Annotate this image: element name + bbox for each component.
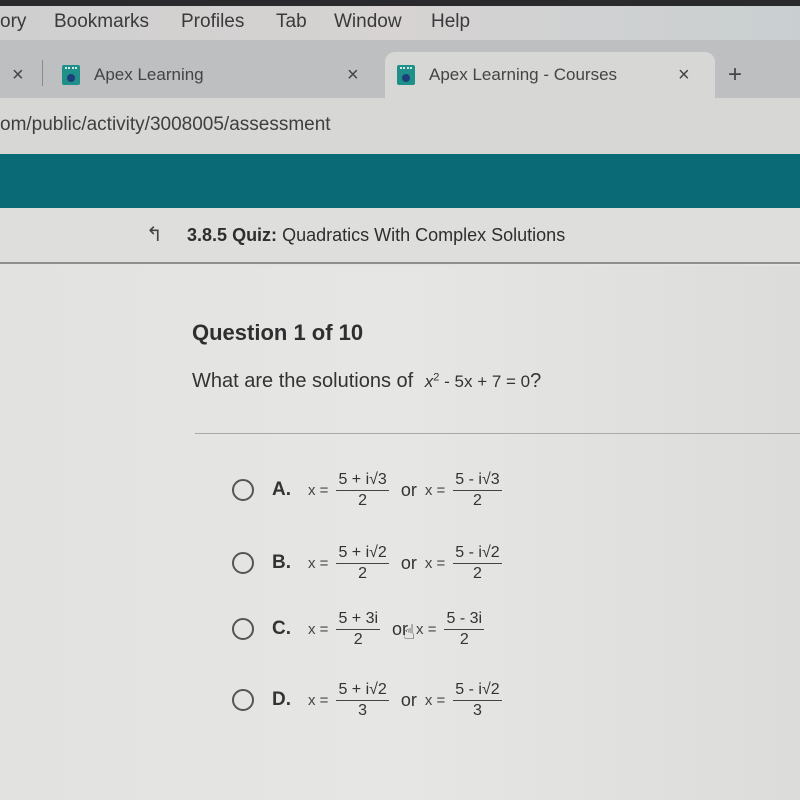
radio-button[interactable]: [232, 552, 254, 574]
apex-favicon-icon: [62, 65, 80, 85]
fraction: 5 - i√2 2: [453, 544, 502, 583]
radio-button[interactable]: [232, 479, 254, 501]
numerator: 5 + i√3: [336, 471, 389, 491]
numerator: 5 + 3i: [336, 610, 381, 630]
prev-tab-close-icon[interactable]: ×: [12, 52, 24, 98]
menu-help[interactable]: Help: [431, 11, 470, 33]
question-counter: Question 1 of 10: [192, 320, 364, 345]
fraction: 5 + i√3 2: [336, 471, 389, 510]
address-bar[interactable]: om/public/activity/3008005/assessment: [0, 98, 800, 154]
radio-button[interactable]: [232, 689, 254, 711]
answer-option-a[interactable]: A. x = 5 + i√3 2 or x = 5 - i√3 2: [232, 465, 506, 515]
menu-bar: ory Bookmarks Profiles Tab Window Help: [0, 6, 800, 40]
answer-option-d[interactable]: D. x = 5 + i√2 3 or x = 5 - i√2 3: [232, 675, 506, 725]
denominator: 3: [472, 701, 482, 719]
quiz-number: 3.8.5: [187, 225, 228, 245]
option-letter: D.: [272, 689, 291, 710]
new-tab-plus-icon[interactable]: +: [728, 52, 742, 98]
denominator: 2: [472, 564, 482, 582]
denominator: 2: [353, 630, 363, 648]
numerator: 5 - i√2: [453, 681, 502, 701]
quiz-type: Quiz:: [232, 225, 278, 245]
tab-label: Apex Learning: [94, 65, 204, 84]
tab-apex-learning-courses[interactable]: Apex Learning - Courses ×: [385, 52, 715, 98]
tab-separator: [42, 60, 43, 86]
or-text: or: [400, 689, 417, 710]
numerator: 5 - i√2: [453, 544, 502, 564]
question-prompt: What are the solutions of x2 - 5x + 7 = …: [192, 370, 541, 393]
option-letter: A.: [272, 479, 291, 500]
question-mark: ?: [530, 370, 542, 392]
or-text: or: [400, 552, 417, 573]
quiz-header: ↰ 3.8.5 Quiz: Quadratics With Complex So…: [0, 208, 800, 264]
radio-button[interactable]: [232, 618, 254, 640]
answer-option-c[interactable]: C. x = 5 + 3i 2 or x = 5 - 3i 2: [232, 604, 488, 654]
denominator: 2: [459, 630, 469, 648]
or-text: or: [400, 479, 417, 500]
url-text[interactable]: om/public/activity/3008005/assessment: [0, 114, 331, 136]
divider: [195, 433, 800, 434]
x-equals: x =: [424, 481, 446, 499]
menu-bookmarks[interactable]: Bookmarks: [54, 11, 149, 33]
tab-strip: × Apex Learning × Apex Learning - Course…: [0, 40, 800, 98]
x-equals: x =: [424, 691, 446, 709]
fraction: 5 - i√3 2: [453, 471, 502, 510]
quiz-title: 3.8.5 Quiz: Quadratics With Complex Solu…: [187, 225, 565, 246]
fraction: 5 - i√2 3: [453, 681, 502, 720]
fraction: 5 - 3i 2: [444, 610, 485, 649]
menu-history[interactable]: ory: [0, 11, 26, 33]
back-arrow-icon[interactable]: ↰: [146, 222, 163, 247]
x-equals: x =: [308, 554, 329, 572]
option-letter: C.: [272, 618, 291, 639]
x-equals: x =: [308, 481, 329, 499]
menu-profiles[interactable]: Profiles: [181, 11, 244, 33]
prompt-text: What are the solutions of: [192, 370, 414, 392]
answer-option-b[interactable]: B. x = 5 + i√2 2 or x = 5 - i√2 2: [232, 538, 506, 588]
numerator: 5 - 3i: [444, 610, 485, 630]
tab-label: Apex Learning - Courses: [429, 65, 618, 84]
equation: x2 - 5x + 7 = 0: [425, 371, 531, 391]
tab-close-icon[interactable]: ×: [347, 52, 359, 98]
quiz-name: Quadratics With Complex Solutions: [282, 225, 566, 245]
menu-window[interactable]: Window: [334, 11, 402, 33]
menu-tab[interactable]: Tab: [276, 11, 307, 33]
denominator: 2: [358, 491, 368, 509]
denominator: 3: [358, 701, 368, 719]
fraction: 5 + i√2 3: [336, 681, 389, 720]
x-equals: x =: [416, 620, 437, 638]
tab-apex-learning[interactable]: Apex Learning ×: [62, 52, 380, 98]
x-equals: x =: [308, 691, 329, 709]
numerator: 5 + i√2: [336, 681, 389, 701]
x-equals: x =: [308, 620, 329, 638]
fraction: 5 + i√2 2: [336, 544, 389, 583]
x-equals: x =: [424, 554, 446, 572]
numerator: 5 - i√3: [453, 471, 502, 491]
equation-rest: - 5x + 7 = 0: [439, 372, 531, 391]
numerator: 5 + i√2: [336, 544, 389, 564]
apex-favicon-icon: [397, 65, 415, 85]
tab-close-icon[interactable]: ×: [678, 52, 690, 98]
hand-cursor-icon: ☝: [403, 622, 416, 644]
option-letter: B.: [272, 552, 291, 573]
denominator: 2: [472, 491, 482, 509]
apex-header-banner: [0, 154, 800, 208]
denominator: 2: [358, 564, 368, 582]
fraction: 5 + 3i 2: [336, 610, 381, 649]
